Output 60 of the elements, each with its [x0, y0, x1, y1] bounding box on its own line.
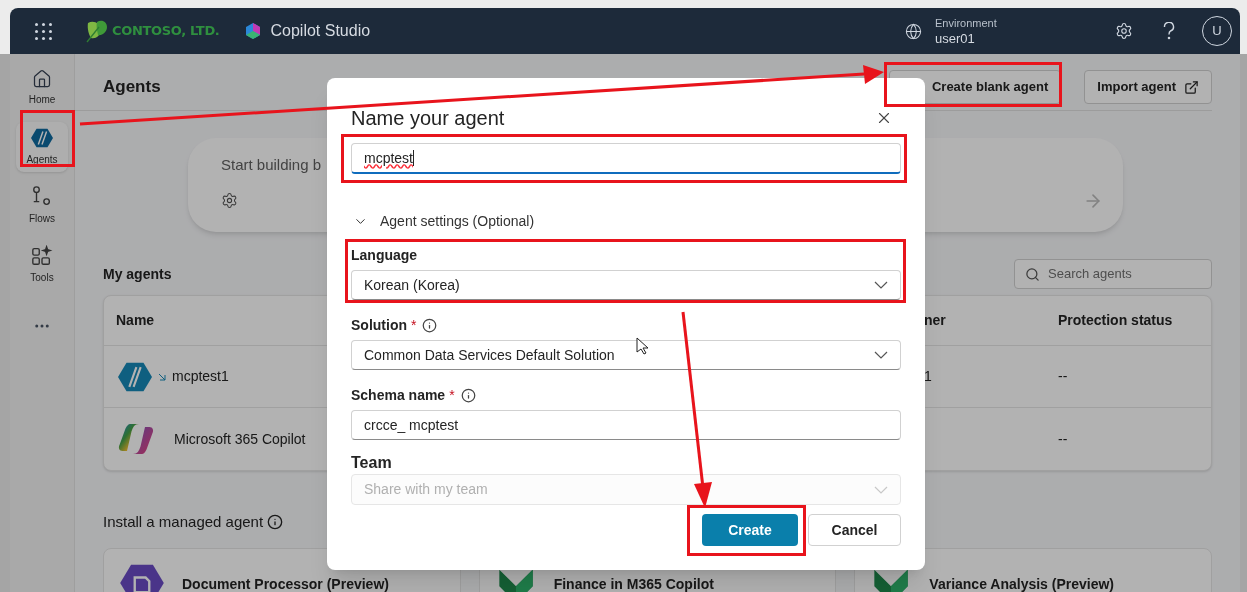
chevron-icon [874, 485, 888, 494]
create-button[interactable]: Create [702, 514, 798, 546]
app-launcher-icon[interactable] [35, 22, 52, 40]
search-icon [1025, 266, 1040, 282]
product-name: Copilot Studio [270, 21, 371, 41]
agent-name[interactable]: mcptest1 [172, 366, 229, 387]
chevron-icon [874, 351, 888, 359]
globe-icon [905, 22, 922, 40]
column-header: Name [115, 311, 155, 330]
chevron-icon [874, 281, 888, 289]
info-icon[interactable] [460, 387, 476, 403]
highlight-box [20, 110, 75, 167]
field-label: Language [351, 245, 418, 265]
card-title: Finance in M365 Copilot [553, 575, 714, 592]
info-icon[interactable] [267, 514, 284, 530]
flow-icon [31, 186, 53, 208]
home-icon [32, 69, 52, 89]
required-mark: * [411, 315, 417, 335]
table-cell-text: -- [1057, 429, 1068, 449]
nav-item[interactable]: Home [16, 63, 68, 113]
mouse-cursor-icon [636, 337, 648, 355]
info-icon[interactable] [422, 317, 438, 333]
environment-label: Environment [935, 16, 998, 31]
agent-logo-icon [31, 127, 53, 149]
card-title: Document Processor (Preview) [182, 575, 389, 592]
card-title: Variance Analysis (Preview) [929, 575, 1115, 592]
field-label: Schema name [351, 385, 446, 405]
page-title: Agents [103, 76, 161, 99]
table-cell-text: -- [1057, 367, 1068, 386]
agent-name[interactable]: Microsoft 365 Copilot [174, 428, 306, 450]
section-toggle[interactable]: Agent settings (Optional) [351, 209, 535, 233]
document-agent-icon [120, 563, 164, 592]
name-input[interactable]: mcptest [351, 143, 901, 174]
nav-item[interactable]: Tools [16, 240, 68, 290]
nav-item[interactable]: Flows [16, 181, 68, 231]
section-title: My agents [103, 264, 172, 284]
settings-icon[interactable] [221, 192, 238, 209]
agent-logo-icon [118, 360, 152, 393]
dialog-title: Name your agent [351, 106, 505, 131]
external-link-icon [1184, 79, 1199, 95]
import-button[interactable]: Import agent [1084, 70, 1212, 104]
table-cell-text: 1 [923, 368, 932, 384]
copilot-logo-icon [118, 421, 154, 457]
help-icon[interactable] [1163, 22, 1175, 40]
search-field[interactable]: Search agents [1014, 259, 1212, 289]
environment-name[interactable]: user01 [935, 31, 1115, 47]
field-label: Solution [351, 315, 407, 335]
section-title: Install a managed agent [103, 511, 264, 532]
cancel-button[interactable]: Cancel [808, 514, 901, 546]
column-header: Protection status [1057, 311, 1173, 330]
agent-card[interactable]: Variance Analysis (Preview) [854, 548, 1212, 592]
company-name: CONTOSO, LTD. [112, 22, 220, 41]
dropdown[interactable]: Common Data Services Default Solution [351, 340, 901, 370]
required-mark: * [449, 385, 455, 405]
column-header: ner [923, 311, 946, 330]
leaf-logo-icon [86, 19, 108, 43]
copilot-studio-logo-icon [243, 22, 262, 40]
input-field[interactable]: crcce_ mcptest [351, 410, 901, 440]
tools-icon [31, 245, 53, 267]
field-label: Team [351, 453, 392, 473]
